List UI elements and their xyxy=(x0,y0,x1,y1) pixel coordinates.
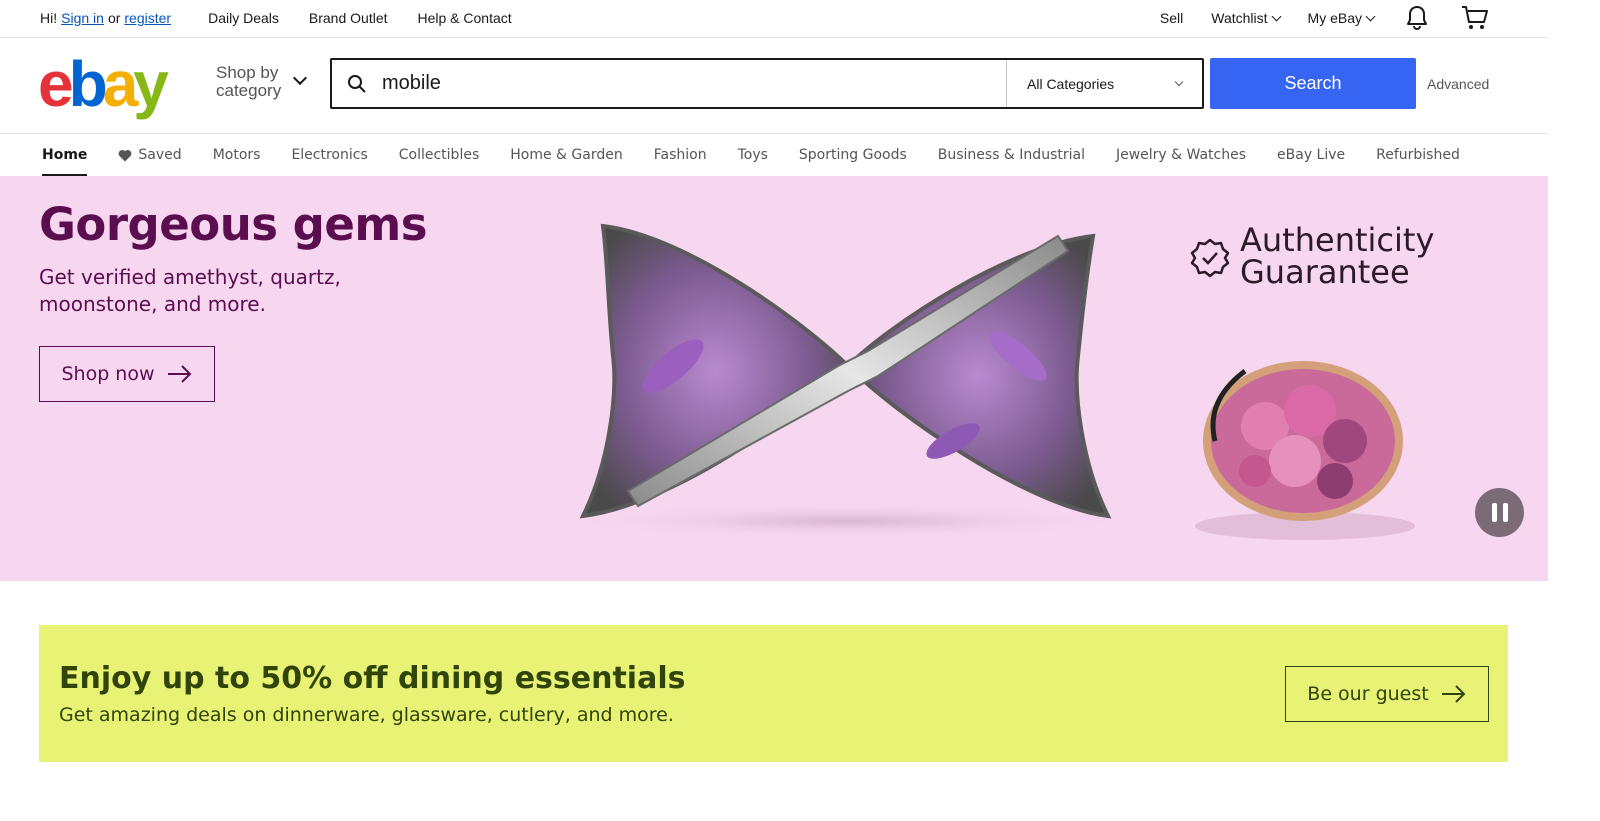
topbar-left: Hi! Sign in or register Daily Deals Bran… xyxy=(40,10,512,26)
logo-letter-y: y xyxy=(133,48,169,120)
nav-item-business-industrial[interactable]: Business & Industrial xyxy=(938,134,1085,176)
hero-subtitle: Get verified amethyst, quartz, moonstone… xyxy=(39,265,341,316)
chevron-down-icon xyxy=(293,70,308,86)
be-our-guest-label: Be our guest xyxy=(1307,683,1429,705)
shop-now-button[interactable]: Shop now xyxy=(39,346,215,402)
or-text: or xyxy=(107,10,121,26)
search-input[interactable] xyxy=(382,60,1006,107)
daily-deals-link[interactable]: Daily Deals xyxy=(208,10,279,26)
nav-item-electronics[interactable]: Electronics xyxy=(291,134,367,176)
heart-icon xyxy=(119,149,132,161)
logo-letter-b: b xyxy=(68,48,108,120)
be-our-guest-button[interactable]: Be our guest xyxy=(1285,666,1489,722)
promo-title: Enjoy up to 50% off dining essentials xyxy=(59,661,686,696)
cart-button[interactable] xyxy=(1460,3,1490,33)
sign-in-link[interactable]: Sign in xyxy=(61,10,104,26)
chevron-down-icon xyxy=(1174,77,1184,86)
promo-subtitle: Get amazing deals on dinnerware, glasswa… xyxy=(59,704,674,726)
hero-banner[interactable]: Gorgeous gems Get verified amethyst, qua… xyxy=(0,176,1548,581)
search-button[interactable]: Search xyxy=(1210,58,1416,109)
category-nav: Home Saved Motors Electronics Collectibl… xyxy=(0,134,1548,176)
watchlist-menu[interactable]: Watchlist xyxy=(1211,10,1281,26)
top-utility-bar: Hi! Sign in or register Daily Deals Bran… xyxy=(0,0,1548,38)
check-badge-icon xyxy=(1190,238,1230,278)
search-box: All Categories xyxy=(330,58,1204,109)
hero-title: Gorgeous gems xyxy=(39,198,428,251)
nav-item-jewelry-watches[interactable]: Jewelry & Watches xyxy=(1116,134,1246,176)
nav-item-home[interactable]: Home xyxy=(42,134,88,176)
nav-item-home-garden[interactable]: Home & Garden xyxy=(510,134,622,176)
shop-by-category-button[interactable]: Shop by category xyxy=(216,64,308,100)
dining-promo-banner[interactable]: Enjoy up to 50% off dining essentials Ge… xyxy=(39,625,1508,762)
pause-icon-bar-right xyxy=(1502,503,1508,522)
shop-by-line2: category xyxy=(216,81,282,100)
site-header: ebay Shop by category All Categories Sea… xyxy=(0,38,1548,134)
brand-outlet-link[interactable]: Brand Outlet xyxy=(309,10,388,26)
cart-icon xyxy=(1462,6,1488,29)
sell-link[interactable]: Sell xyxy=(1160,10,1183,26)
advanced-search-link[interactable]: Advanced xyxy=(1427,76,1489,92)
watchlist-label: Watchlist xyxy=(1211,10,1268,26)
ring-image xyxy=(1195,361,1415,540)
pause-icon-bar-left xyxy=(1491,503,1497,522)
logo-letter-e: e xyxy=(38,48,74,120)
shop-by-line1: Shop by xyxy=(216,63,279,82)
nav-item-sporting-goods[interactable]: Sporting Goods xyxy=(799,134,907,176)
nav-item-fashion[interactable]: Fashion xyxy=(654,134,707,176)
authenticity-badge: Authenticity Guarantee xyxy=(1190,224,1434,288)
nav-item-motors[interactable]: Motors xyxy=(213,134,261,176)
notifications-button[interactable] xyxy=(1402,3,1432,33)
nav-item-refurbished[interactable]: Refurbished xyxy=(1376,134,1460,176)
bell-icon xyxy=(1407,6,1427,31)
my-ebay-menu[interactable]: My eBay xyxy=(1307,10,1376,26)
ebay-logo[interactable]: ebay xyxy=(38,52,169,116)
pause-button[interactable] xyxy=(1475,488,1524,537)
category-select-label: All Categories xyxy=(1027,75,1115,92)
arrow-right-icon xyxy=(1441,684,1467,704)
nav-item-ebay-live[interactable]: eBay Live xyxy=(1277,134,1345,176)
greeting-text: Hi! xyxy=(40,10,58,26)
my-ebay-label: My eBay xyxy=(1307,10,1362,26)
authenticity-text: Authenticity Guarantee xyxy=(1240,224,1434,288)
authenticity-line2: Guarantee xyxy=(1240,253,1410,291)
nav-item-saved-label: Saved xyxy=(138,147,182,163)
help-contact-link[interactable]: Help & Contact xyxy=(418,10,512,26)
chevron-down-icon xyxy=(1271,11,1281,21)
arrow-right-icon xyxy=(167,364,193,384)
nav-item-toys[interactable]: Toys xyxy=(738,134,768,176)
logo-letter-a: a xyxy=(102,48,139,120)
shop-by-label: Shop by category xyxy=(216,64,281,100)
chevron-down-icon xyxy=(1365,11,1376,21)
topbar-right: Sell Watchlist My eBay xyxy=(1132,3,1490,33)
category-select[interactable]: All Categories xyxy=(1006,60,1202,107)
search-icon xyxy=(332,60,382,107)
bracelet-image xyxy=(558,223,1138,539)
nav-item-saved[interactable]: Saved xyxy=(118,134,182,176)
nav-item-collectibles[interactable]: Collectibles xyxy=(399,134,480,176)
register-link[interactable]: register xyxy=(124,10,171,26)
shop-now-label: Shop now xyxy=(61,363,155,385)
